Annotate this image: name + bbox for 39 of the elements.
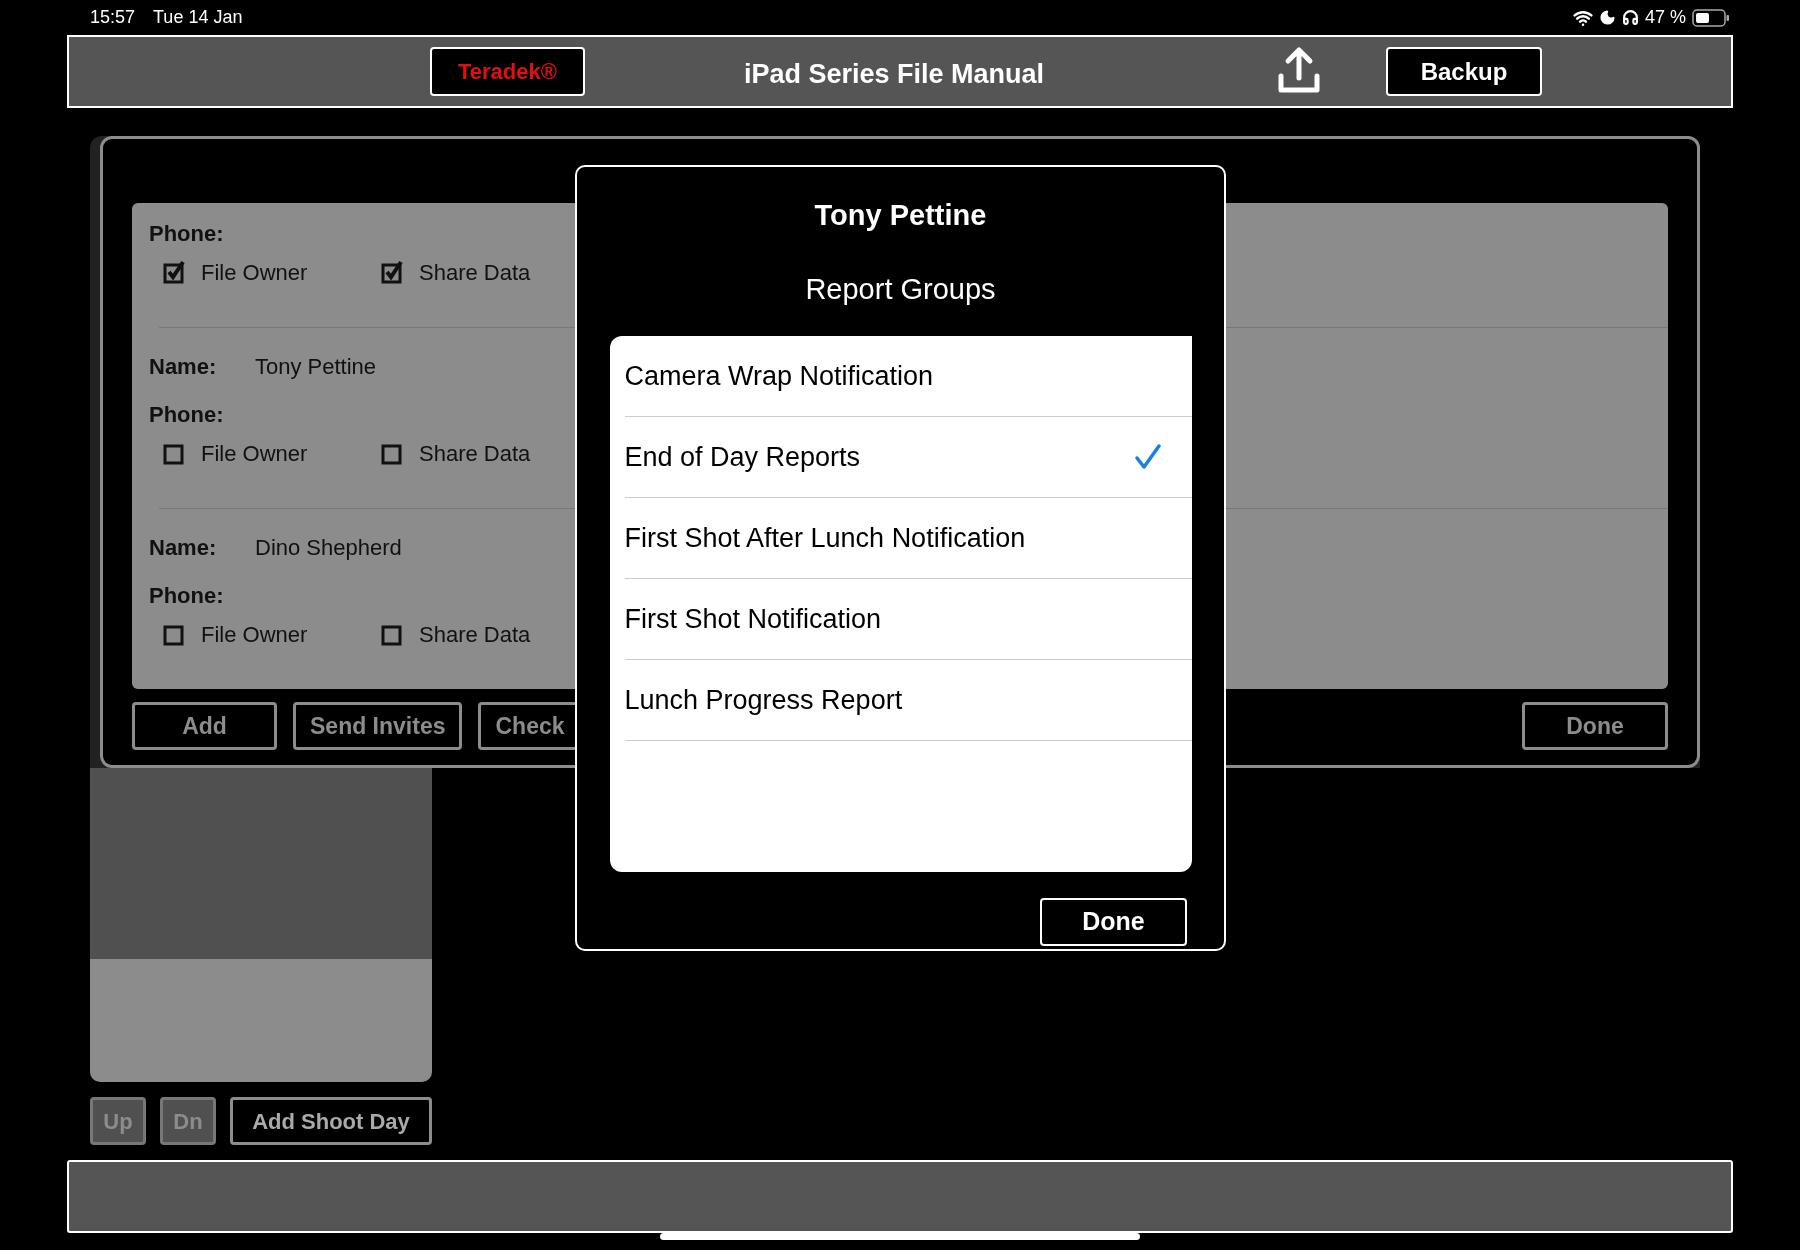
phone-label: Phone: [149, 400, 224, 429]
panel-button[interactable]: Add [132, 702, 277, 750]
option-label: Share Data [419, 258, 531, 287]
panel-button[interactable]: Send Invites [293, 702, 463, 750]
option-label: Share Data [419, 620, 531, 649]
dialog-subtitle: Report Groups [805, 271, 996, 307]
checkmark-icon [1133, 443, 1162, 471]
app-title: iPad Series File Manual [742, 58, 1046, 91]
group-label: End of Day Reports [624, 440, 861, 474]
dialog-done-button[interactable]: Done [1040, 898, 1187, 946]
battery-icon [1692, 8, 1730, 27]
option-label: File Owner [201, 620, 308, 649]
brand-button[interactable]: Teradek® [430, 47, 585, 96]
participant-name: Tony Pettine [255, 352, 377, 381]
status-time: 15:57 [90, 6, 136, 29]
day-button[interactable]: Add Shoot Day [230, 1097, 432, 1145]
checkbox[interactable] [381, 260, 405, 284]
participant-name: Dino Shepherd [255, 533, 402, 562]
group-row[interactable]: Camera Wrap Notification [624, 336, 1192, 417]
battery-percentage: 47 % [1644, 6, 1686, 29]
done-button[interactable]: Done [1522, 702, 1668, 750]
backup-button[interactable]: Backup [1386, 47, 1542, 96]
group-label: First Shot Notification [624, 602, 882, 636]
moon-icon [1598, 9, 1616, 26]
phone-label: Phone: [149, 219, 224, 248]
option-label: File Owner [201, 258, 308, 287]
phone-label: Phone: [149, 581, 224, 610]
checkbox[interactable] [163, 260, 187, 284]
name-label: Name: [149, 533, 218, 562]
dialog-title: Tony Pettine [814, 198, 987, 233]
option-label: File Owner [201, 439, 308, 468]
group-label: Camera Wrap Notification [624, 359, 934, 393]
option-label: Share Data [419, 439, 531, 468]
group-label: Lunch Progress Report [624, 683, 903, 717]
share-icon[interactable] [1276, 46, 1322, 96]
group-label: First Shot After Lunch Notification [624, 521, 1026, 555]
name-label: Name: [149, 352, 218, 381]
status-date: Tue 14 Jan [153, 6, 243, 29]
headphones-icon [1621, 9, 1639, 26]
